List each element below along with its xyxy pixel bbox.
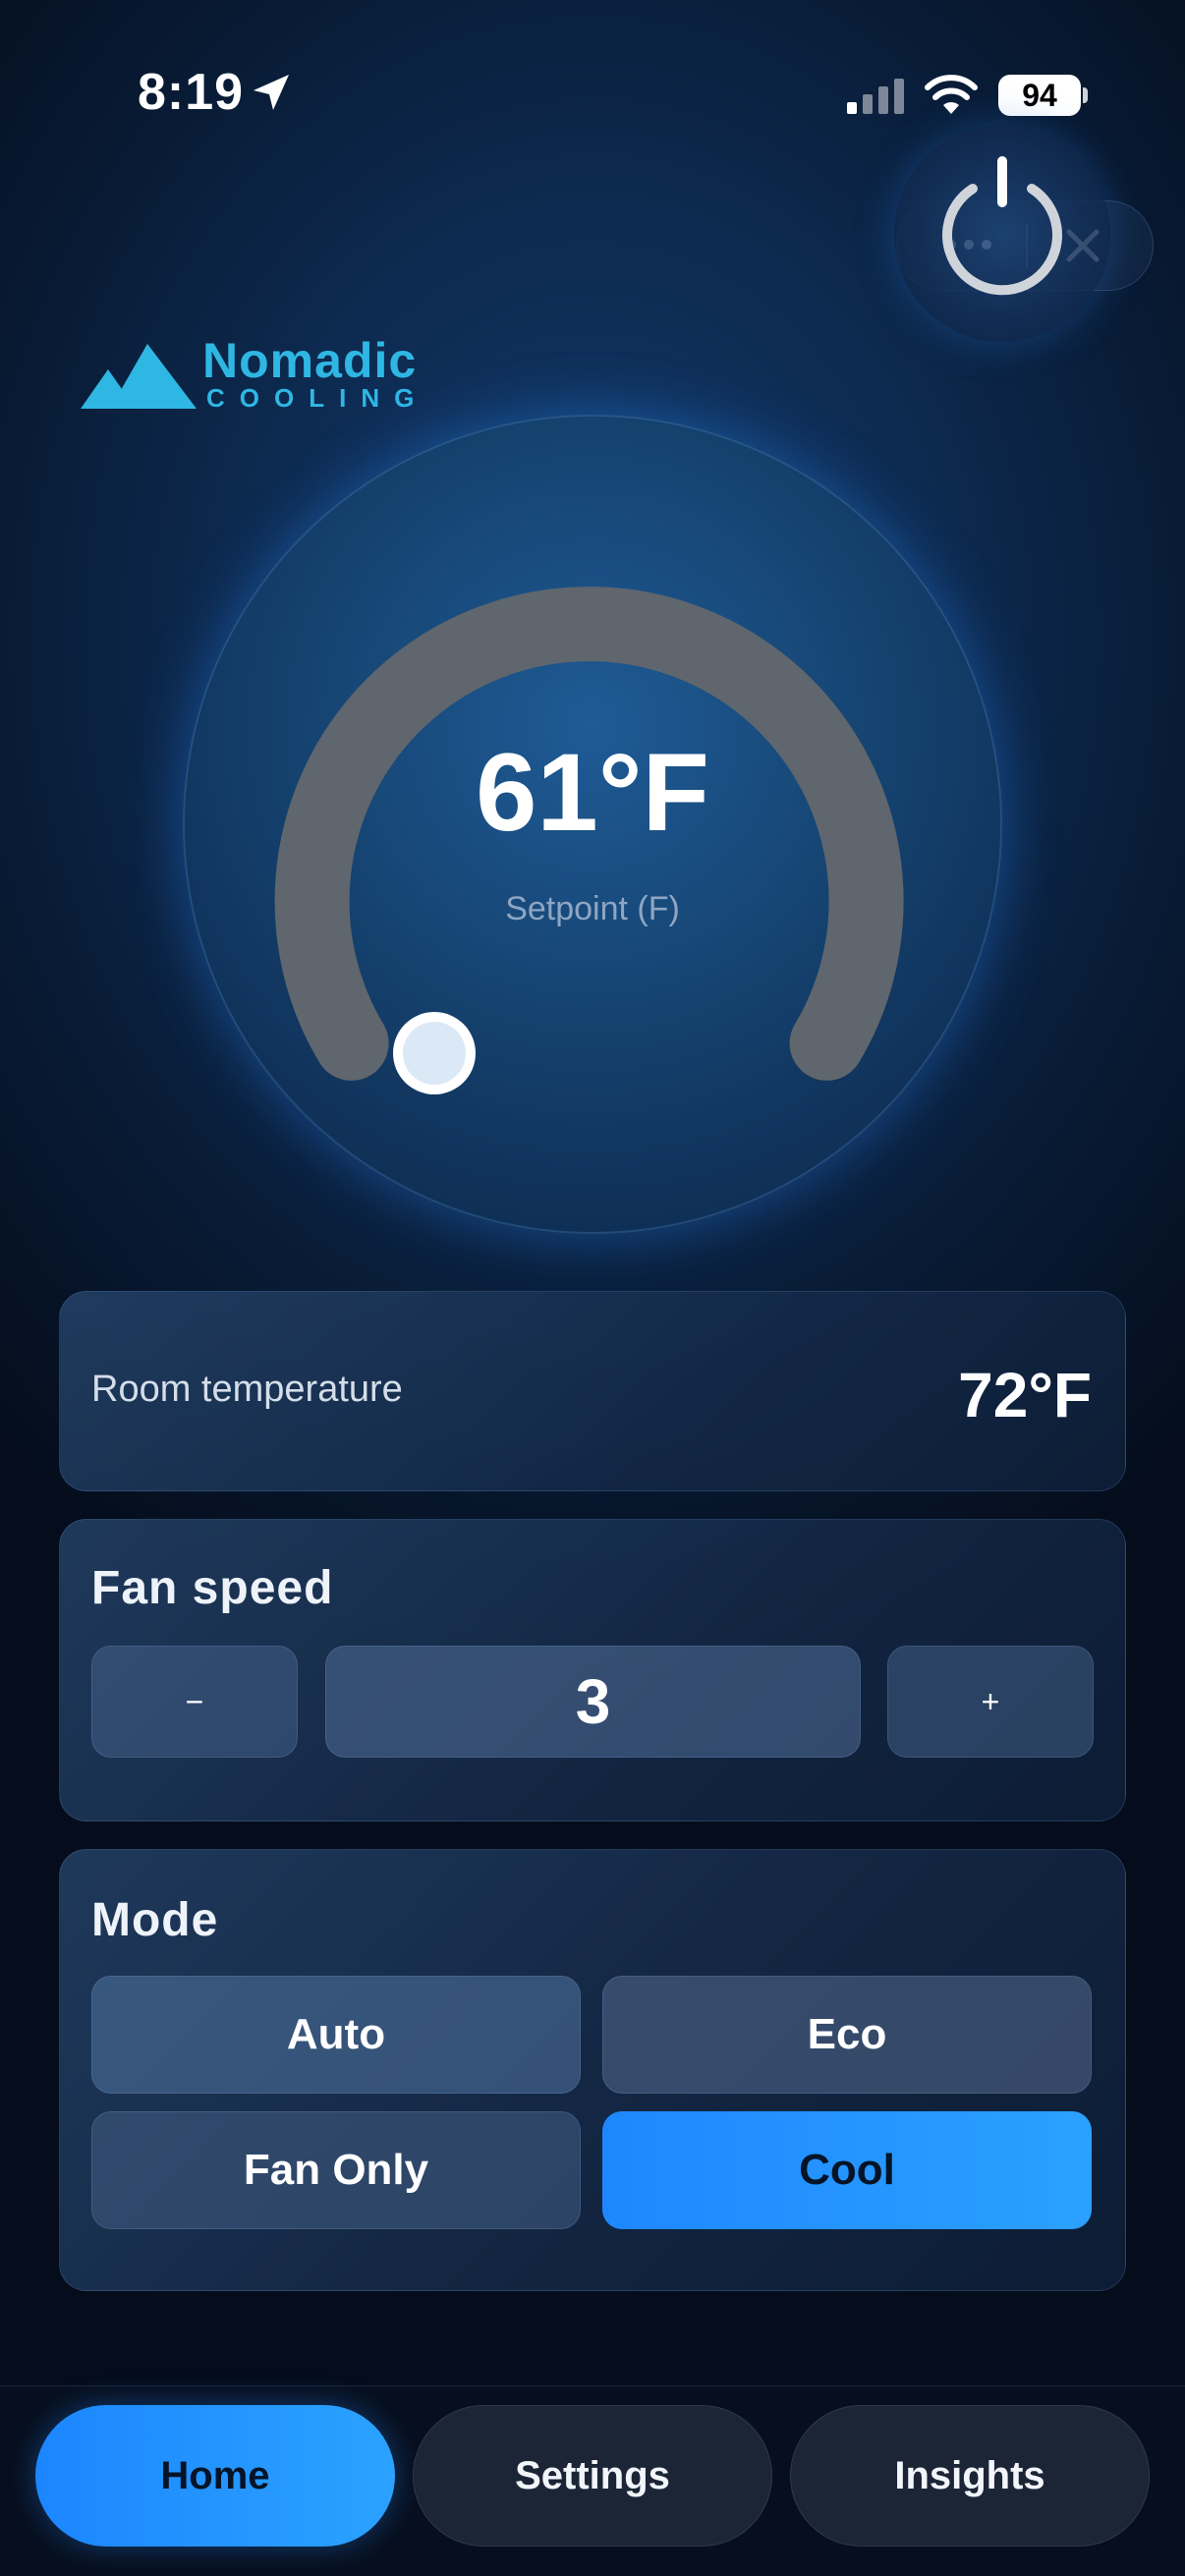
setpoint-value: 61°F (476, 731, 709, 854)
battery-indicator: 94 (998, 75, 1081, 116)
mode-title: Mode (91, 1894, 219, 1946)
mode-card: Mode Auto Eco Fan Only Cool (59, 1849, 1126, 2291)
mountain-logo-icon (81, 344, 197, 409)
logo-subtitle: COOLING (206, 383, 429, 413)
nav-insights-tab[interactable]: Insights (790, 2405, 1150, 2547)
cellular-signal-icon (847, 79, 904, 114)
nav-home-tab[interactable]: Home (35, 2405, 395, 2547)
room-temperature-label: Room temperature (91, 1369, 403, 1410)
fan-speed-card: Fan speed − 3 + (59, 1519, 1126, 1821)
fan-increase-button[interactable]: + (887, 1646, 1094, 1758)
room-temperature-card: Room temperature 72°F (59, 1291, 1126, 1491)
fan-speed-title: Fan speed (91, 1562, 334, 1614)
nav-settings-tab[interactable]: Settings (413, 2405, 772, 2547)
setpoint-label: Setpoint (F) (505, 890, 680, 927)
fan-decrease-button[interactable]: − (91, 1646, 298, 1758)
mode-eco-button[interactable]: Eco (602, 1976, 1092, 2094)
room-temperature-value: 72°F (958, 1360, 1092, 1430)
logo-title: Nomadic (202, 333, 418, 388)
status-time: 8:19 (138, 64, 245, 121)
mode-cool-button[interactable]: Cool (602, 2111, 1092, 2229)
mode-fan-only-button[interactable]: Fan Only (91, 2111, 581, 2229)
mode-auto-button[interactable]: Auto (91, 1976, 581, 2094)
battery-cap (1083, 87, 1088, 103)
location-arrow-icon (254, 75, 289, 110)
wifi-icon (925, 75, 978, 114)
power-icon (942, 156, 1062, 296)
fan-speed-value: 3 (325, 1646, 861, 1758)
